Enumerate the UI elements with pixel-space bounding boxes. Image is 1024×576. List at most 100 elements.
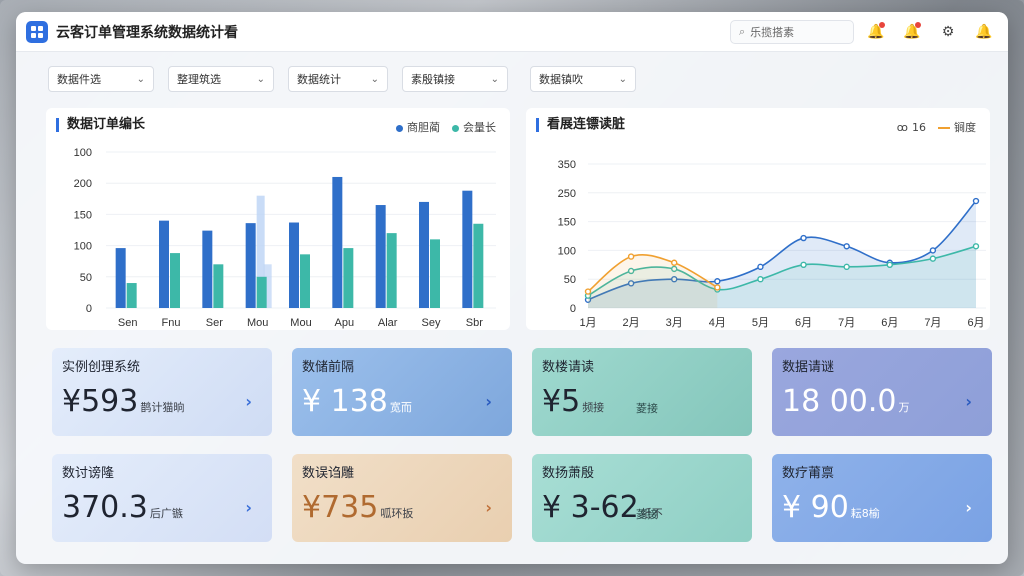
- x-tick-label: 4月: [709, 317, 726, 329]
- card-sub: 后广镞: [149, 507, 183, 520]
- bell-alert-icon[interactable]: 🔔: [898, 18, 926, 46]
- y-tick-label: 150: [74, 209, 92, 221]
- card-title: 数扬萧殷: [542, 466, 595, 481]
- stat-card-5[interactable]: 数讨谤隆 370.3 后广镞 ›: [52, 454, 272, 542]
- data-point: [757, 275, 764, 283]
- data-point: [584, 288, 592, 295]
- search-input[interactable]: ⌕ 乐揽搭素: [730, 19, 854, 44]
- line-chart-panel: 看展连镖读脏 ꝏ 16 锏度 0 50 100 150 250 350 1月 2月 3月 4月 5月 6…: [526, 108, 990, 330]
- bar: [115, 248, 126, 308]
- bar: [245, 223, 256, 308]
- stat-card-7[interactable]: 数扬萧殷 ¥ 3-62 纸不 菱接: [532, 454, 752, 542]
- filter-label: 整理筑选: [177, 73, 221, 86]
- card-value: 18 00.0 万: [782, 384, 910, 419]
- dashboard-window: 云客订单管理系统数据统计看 ⌕ 乐揽搭素 🔔 🔔 ⚙ 🔔 数据件选 ⌄ 整理筑选 ⌄…: [16, 12, 1008, 564]
- filter-dropdown-4[interactable]: 素殷镇接 ⌄: [402, 66, 508, 92]
- chevron-right-icon[interactable]: ›: [485, 498, 492, 517]
- chevron-right-icon[interactable]: ›: [965, 498, 972, 517]
- card-sub: 呱环扳: [380, 507, 414, 520]
- card-value: ¥735 呱环扳: [302, 490, 413, 525]
- chevron-right-icon[interactable]: ›: [965, 392, 972, 411]
- x-tick-label: Sen: [118, 317, 138, 329]
- filter-dropdown-3[interactable]: 数据统计 ⌄: [288, 66, 388, 92]
- filter-bar: 数据件选 ⌄ 整理筑选 ⌄ 数据统计 ⌄ 素殷镇接 ⌄ 数据镇吹 ⌄: [16, 52, 1008, 92]
- x-tick-label: 6月: [881, 317, 898, 329]
- settings-icon[interactable]: ⚙: [934, 18, 962, 46]
- chevron-right-icon[interactable]: ›: [245, 498, 252, 517]
- top-bar: 云客订单管理系统数据统计看 ⌕ 乐揽搭素 🔔 🔔 ⚙ 🔔: [16, 12, 1008, 52]
- card-value-text: ¥ 90: [782, 490, 849, 525]
- stat-card-6[interactable]: 数误诌雕 ¥735 呱环扳 ›: [292, 454, 512, 542]
- search-icon: ⌕: [739, 24, 746, 38]
- bar: [332, 176, 343, 308]
- bar: [300, 254, 310, 308]
- filter-dropdown-1[interactable]: 数据件选 ⌄: [48, 66, 154, 92]
- card-value-text: ¥ 3-62: [542, 490, 639, 525]
- notification-icon[interactable]: 🔔: [970, 18, 998, 46]
- data-point: [714, 284, 721, 291]
- alert-dot: [879, 21, 885, 28]
- x-tick-label: 6月: [967, 317, 984, 329]
- bell-icon[interactable]: 🔔: [862, 18, 890, 46]
- filter-dropdown-5[interactable]: 数据镇吹 ⌄: [530, 66, 636, 92]
- x-tick-label: Mou: [290, 317, 311, 329]
- stat-card-3[interactable]: 数楼请读 ¥5 频接 菱接: [532, 348, 752, 436]
- x-tick-label: 1月: [579, 317, 596, 329]
- x-tick-label: Fnu: [162, 317, 181, 329]
- y-tick-label: 100: [558, 245, 576, 257]
- x-tick-label: 2月: [623, 317, 640, 329]
- card-title: 数疗莆禀: [782, 466, 835, 481]
- data-point: [929, 247, 937, 254]
- data-point: [843, 263, 850, 271]
- card-title: 实例创理系统: [62, 360, 141, 375]
- card-value-text: 370.3: [62, 490, 148, 525]
- card-title: 数误诌雕: [302, 466, 355, 481]
- card-value-text: ¥5: [542, 384, 581, 419]
- data-point: [714, 278, 721, 285]
- y-tick-label: 0: [570, 303, 576, 315]
- card-sub: 鹊计猫晌: [140, 401, 185, 414]
- data-point: [800, 234, 807, 242]
- app-logo-icon: [26, 20, 48, 43]
- x-tick-label: Mou: [247, 317, 268, 329]
- stat-card-1[interactable]: 实例创理系统 ¥593 鹊计猫晌 ›: [52, 348, 272, 436]
- bar: [213, 264, 224, 308]
- search-placeholder: 乐揽搭素: [750, 25, 795, 39]
- y-tick-label: 100: [74, 241, 92, 253]
- chevron-down-icon: ⌄: [490, 73, 499, 85]
- filter-dropdown-2[interactable]: 整理筑选 ⌄: [168, 66, 274, 92]
- x-tick-label: 7月: [924, 317, 941, 329]
- x-tick-label: Apu: [335, 317, 355, 329]
- data-point: [972, 243, 980, 250]
- card-extra: 菱接: [636, 402, 658, 415]
- x-tick-label: 3月: [666, 317, 683, 329]
- app-title: 云客订单管理系统数据统计看: [56, 24, 238, 41]
- stat-card-2[interactable]: 数储前隔 ¥ 138 宽而 ›: [292, 348, 512, 436]
- stat-card-4[interactable]: 数据请谜 18 00.0 万 ›: [772, 348, 992, 436]
- card-value: ¥ 138 宽而: [302, 384, 412, 419]
- chevron-right-icon[interactable]: ›: [245, 392, 252, 411]
- chevron-down-icon: ⌄: [256, 73, 265, 85]
- bar-chart-panel: 数据订单编长 商胆蔺 会量长 0 50 100 150 200 100 Sen Fnu Ser M…: [46, 108, 510, 330]
- x-tick-label: Alar: [378, 317, 398, 329]
- card-title: 数楼请读: [542, 360, 595, 375]
- filter-label: 数据件选: [57, 73, 101, 86]
- chevron-right-icon[interactable]: ›: [485, 392, 492, 411]
- card-title: 数据请谜: [782, 360, 835, 375]
- filter-label: 数据统计: [297, 73, 341, 86]
- line-chart: 0 50 100 150 250 350 1月 2月 3月 4月 5月 6月 7月 6月 7月 6月: [558, 159, 986, 329]
- y-tick-label: 50: [564, 274, 576, 286]
- bar: [375, 205, 386, 308]
- card-value-text: 18 00.0: [782, 384, 897, 419]
- chevron-down-icon: ⌄: [136, 73, 145, 85]
- bar: [256, 276, 267, 308]
- stat-card-8[interactable]: 数疗莆禀 ¥ 90 耘8榆 ›: [772, 454, 992, 542]
- data-point: [671, 259, 678, 266]
- card-value: ¥5 频接: [542, 384, 604, 419]
- x-tick-label: Sey: [422, 317, 441, 329]
- card-sub: 宽而: [389, 401, 412, 414]
- series-area: [588, 254, 718, 308]
- data-point: [886, 261, 893, 269]
- y-tick-label: 0: [86, 303, 92, 315]
- bar: [386, 233, 397, 308]
